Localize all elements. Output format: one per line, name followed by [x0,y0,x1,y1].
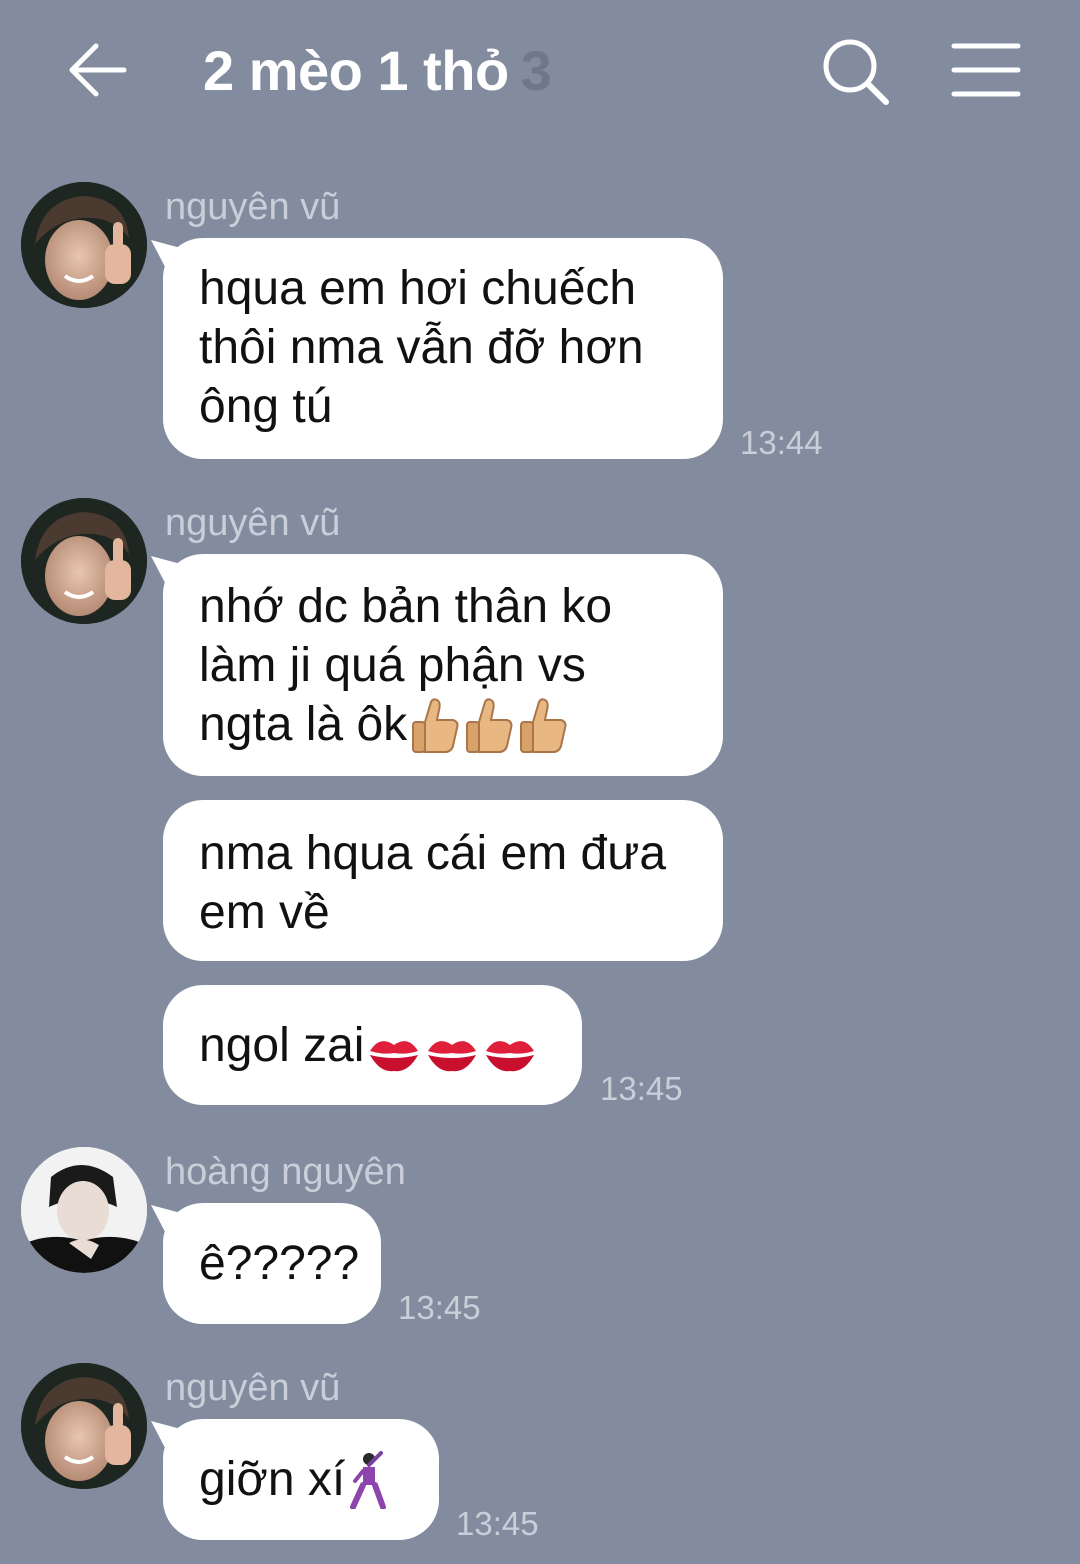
search-button[interactable] [818,34,894,110]
message-bubble[interactable]: ê????? [163,1203,381,1324]
message-bubble[interactable]: nma hqua cái em đưa em về [163,800,723,961]
message-time: 13:45 [398,1289,481,1326]
avatar-photo [21,498,147,624]
thumbs-up-icon [466,698,513,753]
emoji-group [366,1031,540,1075]
avatar-nguyen-vu[interactable] [21,182,147,308]
message-time: 13:45 [600,1070,683,1107]
thumbs-up-icon [520,698,567,753]
arrow-left-icon [69,43,127,97]
dancer-icon [350,1451,387,1509]
avatar-photo [21,1147,147,1273]
sender-name: nguyên vũ [165,502,341,544]
thumbs-up-icon [412,698,459,753]
hamburger-menu-icon [951,43,1021,97]
search-icon [823,39,889,105]
message-bubble[interactable]: ngol zai [163,985,582,1105]
chat-title-area[interactable]: 2 mèo 1 thỏ 3 [203,38,552,108]
member-count: 3 [520,39,552,102]
message-text: hqua em hơi chuếch thôi nma vẫn đỡ hơn ô… [199,262,644,433]
message-bubble[interactable]: giỡn xí [163,1419,439,1540]
avatar-nguyen-vu[interactable] [21,1363,147,1489]
avatar-hoang-nguyen[interactable] [21,1147,147,1273]
message-time: 13:44 [740,424,823,461]
message-text: giỡn xí [199,1453,346,1506]
avatar-photo [21,182,147,308]
avatar-photo [21,1363,147,1489]
sender-name: hoàng nguyên [165,1151,406,1193]
kiss-mark-icon [486,1041,535,1072]
back-button[interactable] [62,34,134,106]
message-bubble[interactable]: nhớ dc bản thân ko làm ji quá phận vs ng… [163,554,723,776]
message-text: ê????? [199,1237,360,1290]
emoji-group [409,696,571,754]
message-time: 13:45 [456,1505,539,1542]
message-text: nma hqua cái em đưa em về [199,827,667,939]
emoji-group [347,1451,393,1509]
kiss-mark-icon [428,1041,477,1072]
message-bubble[interactable]: hqua em hơi chuếch thôi nma vẫn đỡ hơn ô… [163,238,723,459]
chat-title: 2 mèo 1 thỏ [203,39,509,102]
sender-name: nguyên vũ [165,1367,341,1409]
avatar-nguyen-vu[interactable] [21,498,147,624]
message-text: ngol zai [199,1019,365,1072]
sender-name: nguyên vũ [165,186,341,228]
menu-button[interactable] [946,38,1026,102]
chat-header: 2 mèo 1 thỏ 3 [0,0,1080,150]
kiss-mark-icon [370,1041,419,1072]
